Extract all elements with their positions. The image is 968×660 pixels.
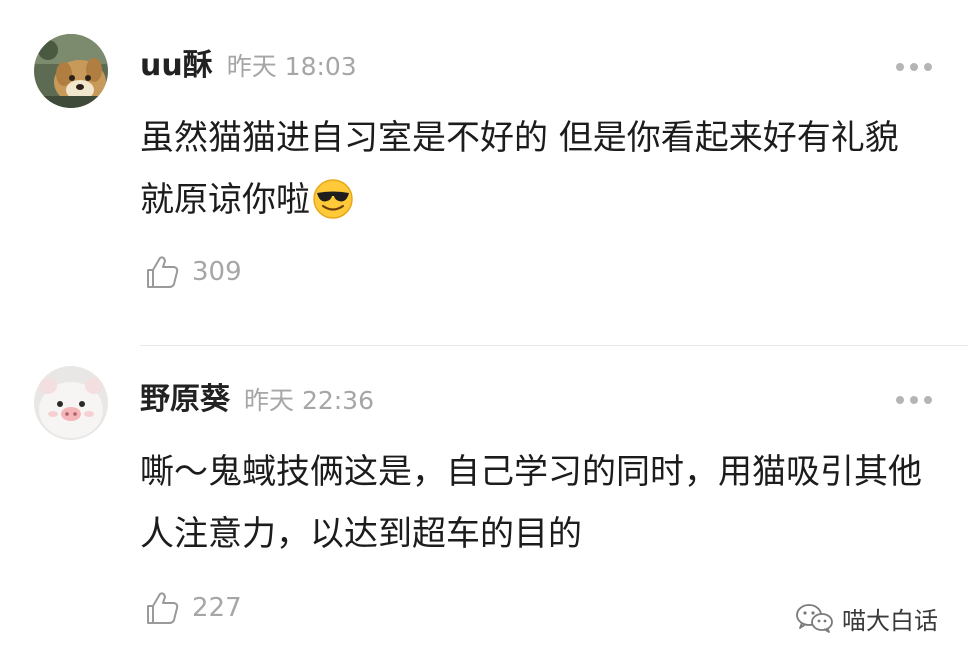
comment-item: uu酥 昨天 18:03 虽然猫猫进自习室是不好的 但是你看起来好有礼貌 就原谅… bbox=[0, 0, 968, 345]
sunglasses-emoji-icon bbox=[313, 178, 353, 219]
more-dot bbox=[924, 396, 932, 404]
user-avatar[interactable] bbox=[34, 366, 108, 440]
more-options-icon[interactable] bbox=[896, 61, 932, 73]
like-button[interactable]: 309 bbox=[142, 250, 242, 294]
comment-header: uu酥 昨天 18:03 bbox=[140, 46, 357, 86]
like-button[interactable]: 227 bbox=[142, 586, 242, 630]
more-options-icon[interactable] bbox=[896, 394, 932, 406]
timestamp: 昨天 18:03 bbox=[226, 52, 357, 81]
username[interactable]: 野原葵 bbox=[140, 380, 230, 420]
more-dot bbox=[896, 396, 904, 404]
pig-plush-avatar-image bbox=[34, 366, 108, 440]
wechat-icon bbox=[796, 604, 833, 633]
watermark: 喵大白话 bbox=[794, 600, 938, 636]
thumbs-up-icon bbox=[147, 256, 179, 288]
watermark-text: 喵大白话 bbox=[842, 606, 938, 635]
more-dot bbox=[910, 63, 918, 71]
comment-body: 嘶～鬼蜮技俩这是，自己学习的同时，用猫吸引其他人注意力，以达到超车的目的 bbox=[140, 452, 922, 554]
more-dot bbox=[910, 396, 918, 404]
comment-header: 野原葵 昨天 22:36 bbox=[140, 380, 374, 420]
user-avatar[interactable] bbox=[34, 34, 108, 108]
more-dot bbox=[924, 63, 932, 71]
comment-text: 虽然猫猫进自习室是不好的 但是你看起来好有礼貌 就原谅你啦 bbox=[140, 107, 930, 231]
comment-text: 嘶～鬼蜮技俩这是，自己学习的同时，用猫吸引其他人注意力，以达到超车的目的 bbox=[140, 441, 930, 565]
more-dot bbox=[896, 63, 904, 71]
comment-body: 虽然猫猫进自习室是不好的 但是你看起来好有礼貌 就原谅你啦 bbox=[140, 118, 899, 220]
dog-avatar-image bbox=[34, 34, 108, 108]
thumbs-up-icon bbox=[147, 592, 179, 624]
like-count: 227 bbox=[192, 593, 242, 623]
username[interactable]: uu酥 bbox=[140, 46, 213, 86]
timestamp: 昨天 22:36 bbox=[244, 386, 374, 415]
like-count: 309 bbox=[192, 257, 242, 287]
